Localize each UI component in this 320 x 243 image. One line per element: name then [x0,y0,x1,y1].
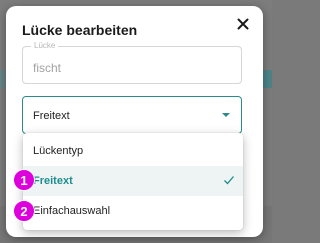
menu-header: Lückentyp [23,136,243,166]
menu-option-label: Freitext [33,175,73,187]
gap-type-select-value: Freitext [33,110,70,122]
step-badge: 1 [13,169,35,191]
gap-text-field[interactable]: Lücke fischt [22,41,242,84]
menu-option-label: Einfachauswahl [33,205,111,217]
caret-down-icon [222,113,230,117]
step-badge: 2 [13,200,35,222]
dialog-title: Lücke bearbeiten [22,22,138,38]
gap-field-value: fischt [33,61,62,75]
close-button[interactable] [235,16,251,32]
check-icon [224,176,234,185]
gap-type-select[interactable]: Freitext [22,96,242,134]
close-icon [237,18,249,30]
gap-type-menu: Lückentyp Freitext Einfachauswahl [23,133,243,230]
menu-option-einfachauswahl[interactable]: Einfachauswahl [23,196,243,226]
menu-option-freitext[interactable]: Freitext [23,166,243,196]
menu-header-label: Lückentyp [33,145,84,157]
gap-field-label: Lücke [31,41,59,50]
